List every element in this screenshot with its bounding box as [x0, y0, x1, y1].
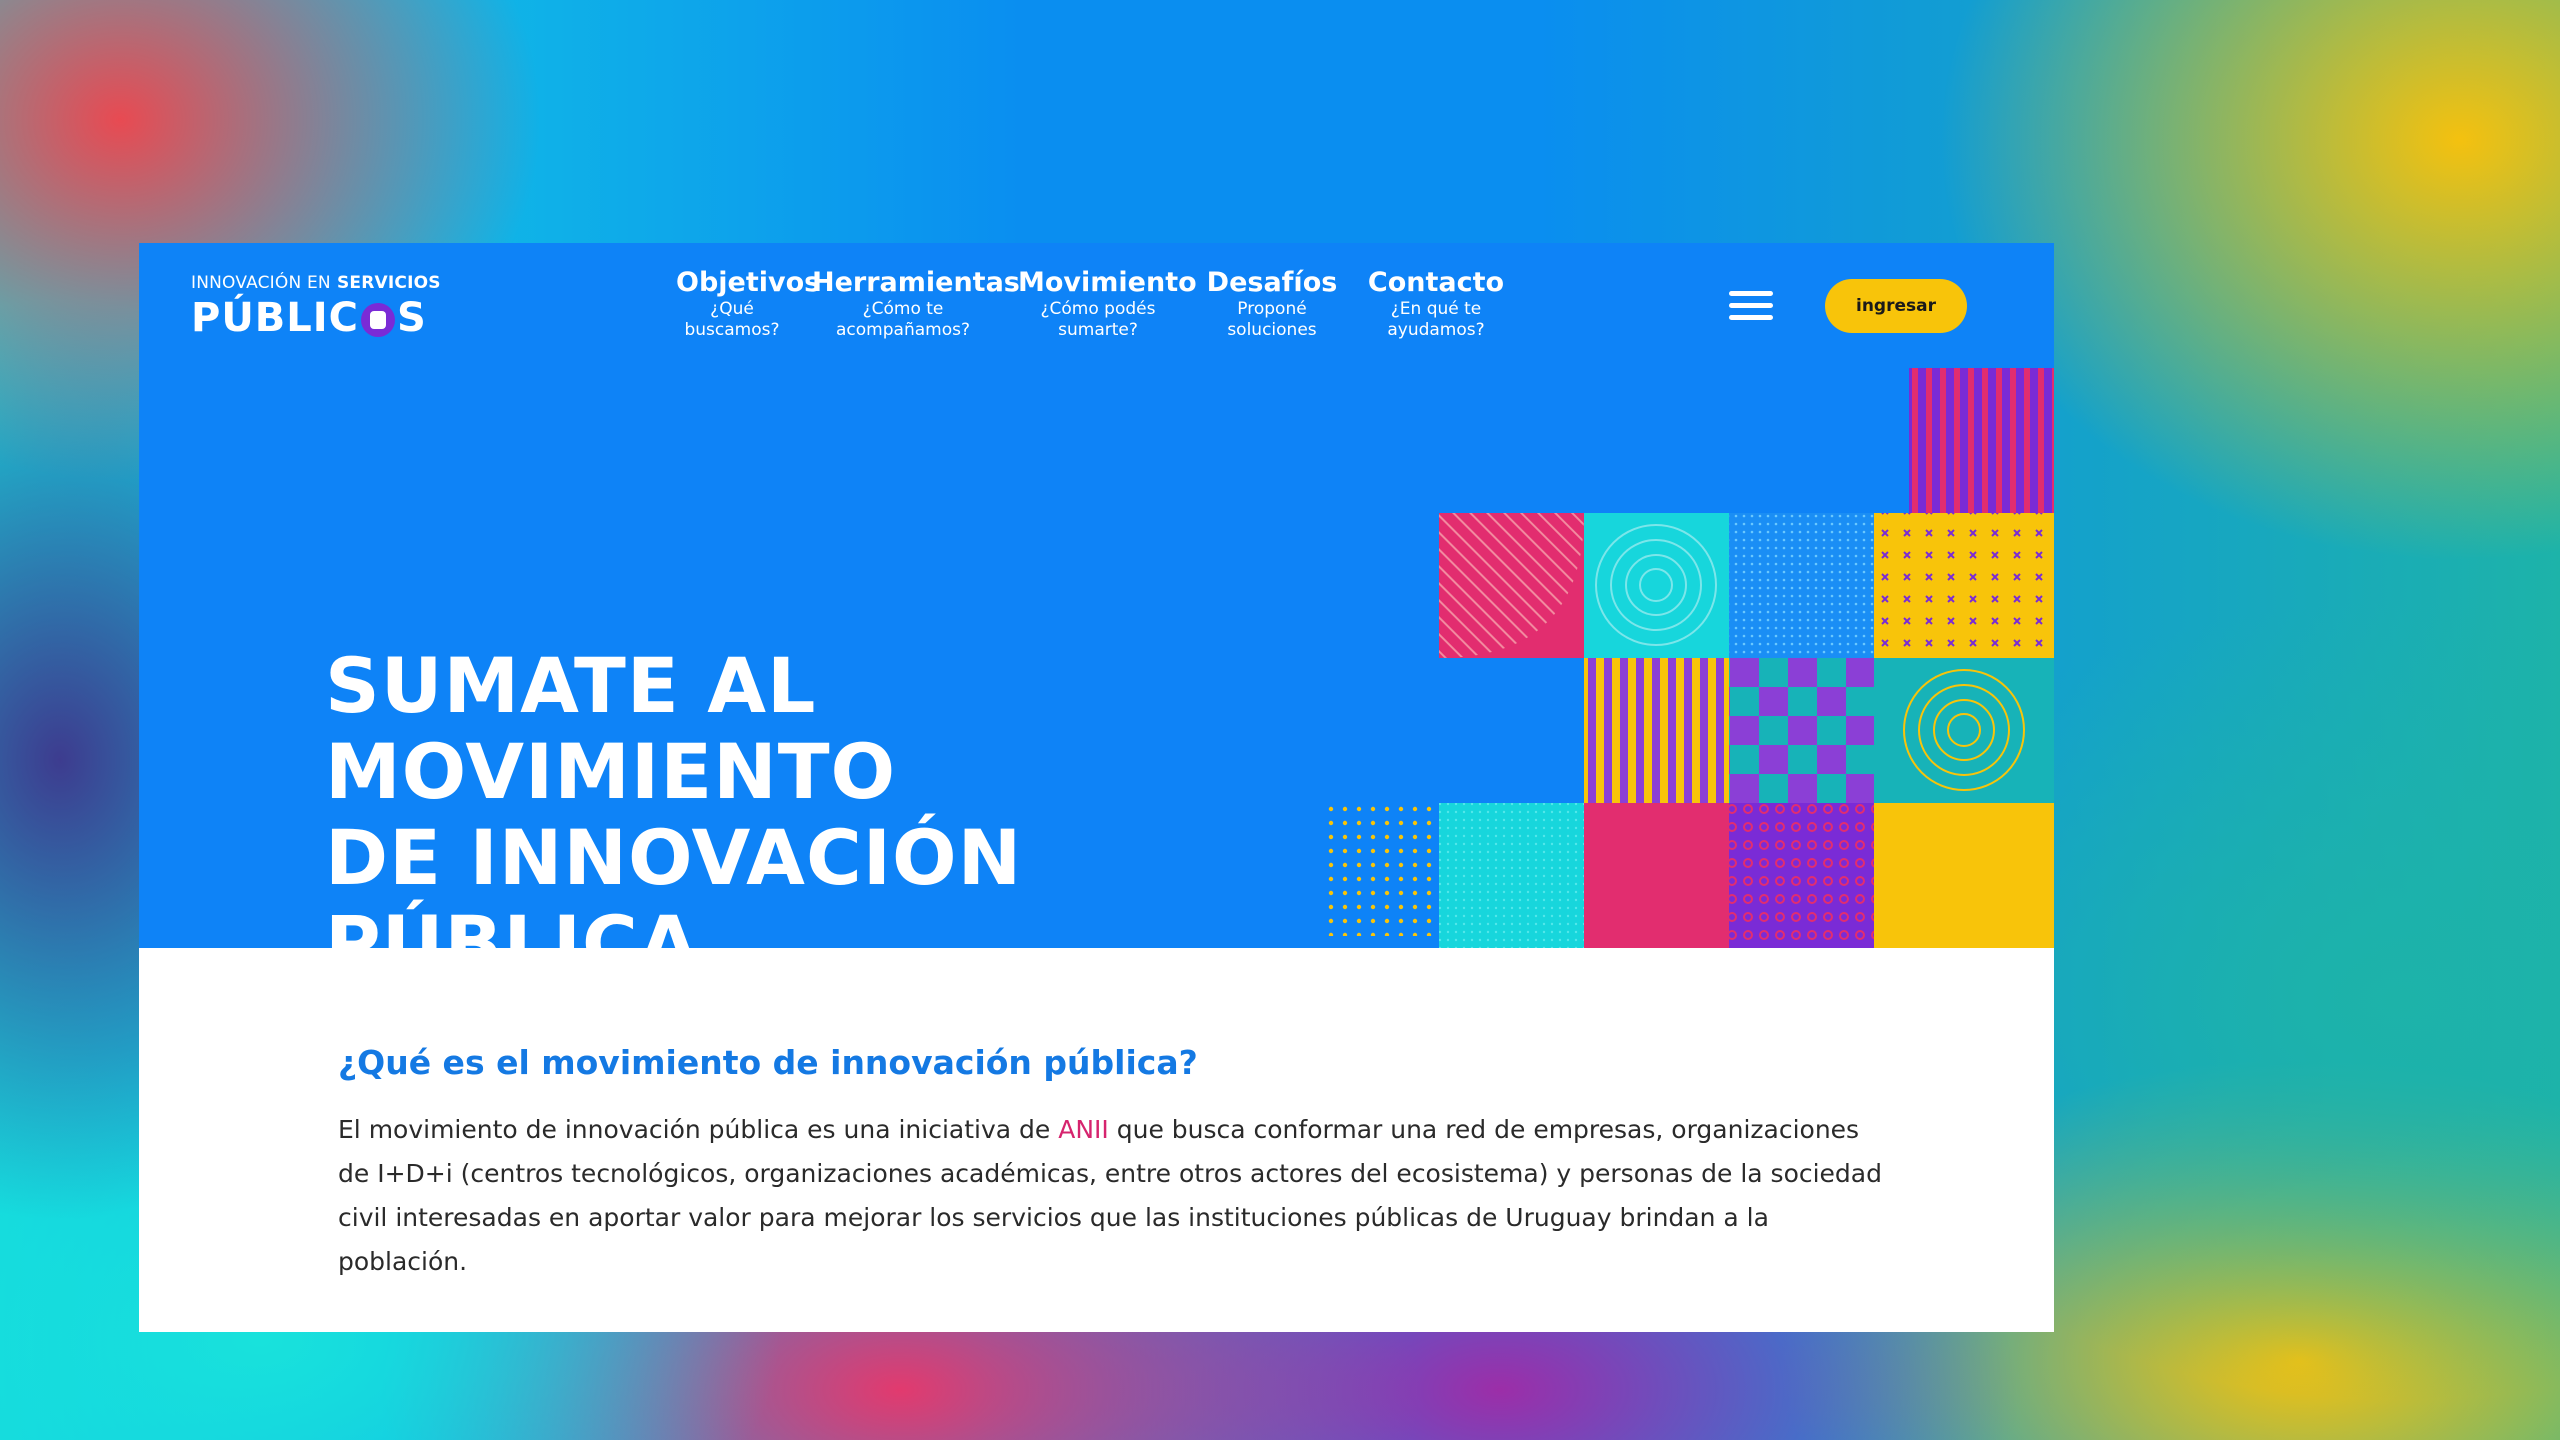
login-button[interactable]: ingresar [1825, 279, 1967, 333]
nav-item-movimiento[interactable]: Movimiento ¿Cómo podés sumarte? [1006, 267, 1197, 340]
mosaic-graphic [1324, 368, 2054, 948]
about-section: ¿Qué es el movimiento de innovación públ… [338, 1043, 1898, 1309]
nav-item-desafios[interactable]: Desafíos Proponé soluciones [1190, 267, 1354, 340]
nav-item-contacto[interactable]: Contacto ¿En qué te ayudamos? [1354, 267, 1518, 340]
logo-wordmark: PÚBLIC S [191, 295, 427, 341]
hero-section: INNOVACIÓN EN SERVICIOS PÚBLIC S Objetiv… [139, 243, 2054, 987]
nav-item-herramientas[interactable]: Herramientas ¿Cómo te acompañamos? [800, 267, 1020, 340]
website-frame: INNOVACIÓN EN SERVICIOS PÚBLIC S Objetiv… [139, 243, 2054, 1332]
hamburger-menu-icon[interactable] [1729, 291, 1773, 323]
nav-item-objetivos[interactable]: Objetivos ¿Qué buscamos? [664, 267, 820, 340]
site-logo[interactable]: INNOVACIÓN EN SERVICIOS PÚBLIC S [191, 273, 441, 341]
bus-icon [361, 303, 396, 337]
section-body: El movimiento de innovación pública es u… [338, 1115, 1882, 1276]
logo-tagline: INNOVACIÓN EN SERVICIOS [191, 273, 441, 293]
anii-link[interactable]: ANII [1058, 1115, 1109, 1144]
hero-title: SUMATE AL MOVIMIENTO DE INNOVACIÓN PÚBLI… [325, 641, 1023, 988]
section-title: ¿Qué es el movimiento de innovación públ… [338, 1043, 1198, 1082]
main-nav: Objetivos ¿Qué buscamos? Herramientas ¿C… [664, 267, 1518, 340]
decorative-pattern-mosaic [1324, 368, 2054, 948]
